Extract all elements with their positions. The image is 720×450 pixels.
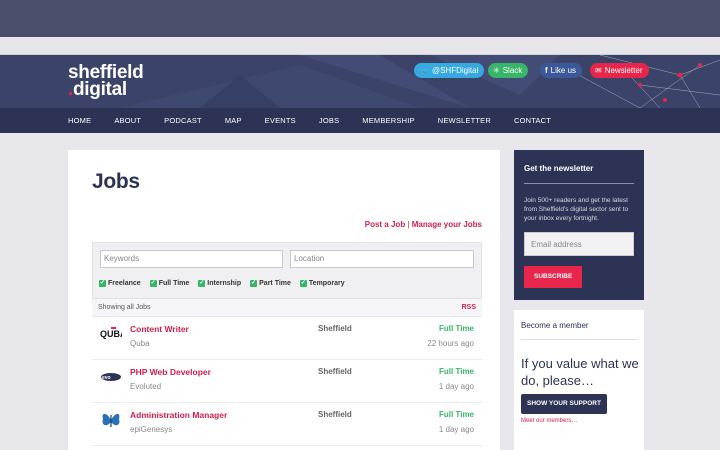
filter-part-time[interactable]: ✓ Part Time — [250, 280, 291, 287]
nav-item-newsletter[interactable]: NEWSLETTER — [438, 116, 491, 125]
evoluted-logo-icon: evo — [101, 373, 121, 381]
svg-text:evo: evo — [102, 375, 111, 381]
newsletter-title: Get the newsletter — [524, 164, 594, 173]
filter-freelance[interactable]: ✓ Freelance — [99, 280, 141, 287]
job-posted: 1 day ago — [438, 382, 474, 391]
meet-members-link[interactable]: Meet our members… — [521, 418, 577, 424]
main-nav: HOME ABOUT PODCAST MAP EVENTS JOBS MEMBE… — [0, 108, 720, 133]
checkbox-checked-icon[interactable]: ✓ — [250, 280, 258, 287]
checkbox-checked-icon[interactable]: ✓ — [99, 280, 106, 287]
newsletter-description: Join 500+ readers and get the latest fro… — [524, 197, 629, 222]
job-location: Sheffield — [318, 367, 352, 376]
twitter-button[interactable]: 🐦 @SHFDigital — [414, 63, 485, 78]
nav-item-home[interactable]: HOME — [68, 116, 91, 125]
nav-item-podcast[interactable]: PODCAST — [164, 116, 202, 125]
checkbox-checked-icon[interactable]: ✓ — [149, 280, 157, 287]
job-listing[interactable]: Administration Manager epiGenesys Sheffi… — [92, 403, 482, 446]
facebook-button[interactable]: f Like us — [540, 63, 583, 78]
keywords-input[interactable]: Keywords — [100, 250, 283, 268]
job-location: Sheffield — [318, 324, 352, 333]
job-type: Full Time — [439, 410, 474, 419]
browser-toolbar — [0, 37, 720, 55]
twitter-label: @SHFDigital — [431, 66, 479, 75]
job-listing[interactable]: QUBA Content Writer Quba Sheffield Full … — [92, 317, 482, 360]
show-support-button[interactable]: SHOW YOUR SUPPORT — [521, 394, 607, 414]
job-location: Sheffield — [318, 410, 352, 419]
slack-icon: ✳ — [493, 65, 500, 75]
facebook-icon: f — [545, 65, 548, 75]
nav-item-contact[interactable]: CONTACT — [514, 116, 551, 125]
nav-item-about[interactable]: ABOUT — [114, 116, 141, 125]
newsletter-label: Newsletter — [604, 66, 643, 75]
job-title[interactable]: Content Writer — [130, 324, 189, 334]
job-company: Quba — [130, 339, 150, 348]
job-title[interactable]: Administration Manager — [130, 410, 227, 420]
butterfly-logo-icon — [102, 413, 120, 427]
nav-item-events[interactable]: EVENTS — [265, 116, 296, 125]
filter-full-time[interactable]: ✓ Full Time — [149, 280, 189, 287]
email-field[interactable]: Email address — [524, 232, 634, 256]
rss-link[interactable]: RSS — [462, 304, 476, 311]
job-listing[interactable]: evo PHP Web Developer Evoluted Sheffield… — [92, 360, 482, 403]
membership-headline: If you value what we do, please… — [521, 356, 639, 388]
facebook-label: Like us — [550, 66, 577, 75]
slack-label: Slack — [502, 66, 523, 75]
job-type: Full Time — [439, 367, 474, 376]
job-actions: Post a Job | Manage your Jobs — [365, 220, 482, 229]
filter-internship[interactable]: ✓ Internship — [198, 280, 241, 287]
link-separator: | — [407, 220, 410, 229]
job-type-filters: ✓ Freelance ✓ Full Time ✓ Internship ✓ Part … — [99, 280, 345, 287]
job-posted: 1 day ago — [438, 425, 474, 434]
location-input[interactable]: Location — [290, 250, 474, 268]
nav-item-map[interactable]: MAP — [225, 116, 242, 125]
job-posted: 22 hours ago — [427, 339, 474, 348]
membership-title: Become a member — [521, 321, 589, 330]
subscribe-button[interactable]: SUBSCRIBE — [524, 266, 583, 288]
divider — [524, 183, 634, 184]
job-title[interactable]: PHP Web Developer — [130, 367, 211, 377]
envelope-icon: ✉ — [595, 65, 602, 75]
nav-item-jobs[interactable]: JOBS — [319, 116, 339, 125]
quba-logo-icon: QUBA — [100, 327, 122, 339]
checkbox-checked-icon[interactable]: ✓ — [299, 280, 307, 287]
site-header: sheffield .digital 🐦 @SHFDigital ✳ Slack… — [0, 55, 720, 108]
logo-line-2: .digital — [68, 79, 127, 100]
results-summary: Showing all Jobs RSS — [92, 299, 482, 317]
browser-title-bar — [0, 0, 720, 37]
divider — [521, 339, 637, 340]
svg-text:QUBA: QUBA — [100, 329, 122, 339]
nav-item-membership[interactable]: MEMBERSHIP — [362, 116, 414, 125]
post-job-link[interactable]: Post a Job — [365, 220, 405, 229]
manage-jobs-link[interactable]: Manage your Jobs — [412, 220, 482, 229]
job-company: epiGenesys — [130, 425, 173, 434]
filter-temporary[interactable]: ✓ Temporary — [299, 280, 345, 287]
job-company: Evoluted — [130, 382, 162, 391]
twitter-icon: 🐦 — [419, 65, 429, 75]
page-title: Jobs — [92, 170, 140, 193]
showing-text: Showing all Jobs — [98, 304, 151, 311]
job-filters: Keywords Location ✓ Freelance ✓ Full Time … — [92, 242, 482, 299]
newsletter-button[interactable]: ✉ Newsletter — [590, 63, 649, 78]
checkbox-checked-icon[interactable]: ✓ — [198, 280, 206, 287]
newsletter-widget: Get the newsletter Join 500+ readers and… — [514, 150, 644, 300]
site-logo[interactable]: sheffield .digital — [68, 63, 144, 100]
slack-button[interactable]: ✳ Slack — [488, 63, 529, 78]
membership-widget: Become a member If you value what we do,… — [514, 310, 644, 450]
job-type: Full Time — [439, 324, 474, 333]
jobs-panel: Jobs Post a Job | Manage your Jobs Keywo… — [68, 150, 500, 450]
